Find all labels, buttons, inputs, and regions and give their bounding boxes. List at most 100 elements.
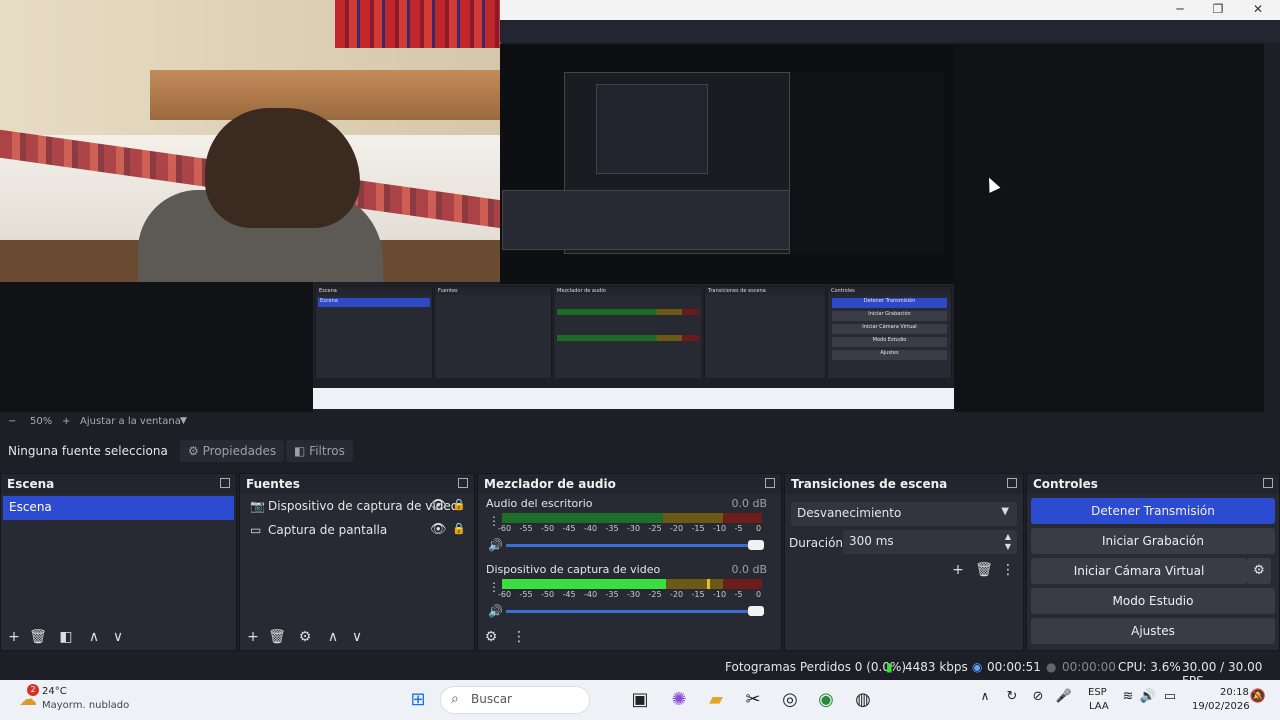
popout-icon[interactable] [458, 478, 468, 488]
volume-slider[interactable] [506, 540, 764, 550]
cpu-usage: CPU: 3.6% [1118, 660, 1181, 674]
gear-icon[interactable]: ⚙ [1247, 558, 1271, 584]
tick-label: -20 [670, 590, 684, 599]
obs-icon[interactable]: ◍ [851, 689, 875, 710]
mini-mixer: Mezclador de audio [553, 286, 703, 384]
mini-obs-docks: Escena Escena Fuentes Mezclador de audio… [313, 284, 954, 388]
add-icon[interactable]: + [949, 562, 967, 578]
filter-icon[interactable]: ◧ [57, 629, 75, 645]
trash-icon[interactable]: 🗑 [268, 629, 286, 645]
minimize-icon[interactable]: ─ [1168, 2, 1192, 16]
more-options-icon[interactable]: ⋮ [510, 629, 528, 645]
spin-down-icon[interactable]: ▼ [1005, 542, 1011, 551]
studio-mode-button[interactable]: Modo Estudio [1031, 588, 1275, 614]
filters-button[interactable]: ◧ Filtros [286, 440, 353, 462]
volume-slider[interactable] [506, 606, 764, 616]
steam-icon[interactable]: ◎ [778, 689, 802, 710]
source-label: Captura de pantalla [268, 523, 388, 537]
chrome-icon[interactable]: ◉ [814, 689, 838, 710]
notification-icon[interactable]: 🔕 [1246, 689, 1270, 704]
sources-header: Fuentes [240, 474, 474, 494]
microphone-icon[interactable]: 🎤 [1052, 689, 1076, 704]
volume-slider-handle[interactable] [748, 540, 764, 550]
mini-taskbar [313, 388, 954, 409]
speaker-icon[interactable]: 🔊 [488, 538, 503, 552]
volume-slider-handle[interactable] [748, 606, 764, 616]
sources-dock: Fuentes 📷 Dispositivo de captura de vide… [239, 473, 475, 651]
popout-icon[interactable] [765, 478, 775, 488]
zoom-dropdown-icon[interactable]: ▼ [180, 416, 187, 426]
eye-icon[interactable]: 👁 [430, 498, 447, 513]
chevron-up-icon[interactable]: ∧ [973, 689, 997, 703]
file-explorer-icon[interactable]: ▰ [704, 689, 728, 710]
add-icon[interactable]: + [5, 629, 23, 645]
window-titlebar: ─ ❐ ✕ [500, 0, 1280, 20]
trash-icon[interactable]: 🗑 [975, 562, 993, 578]
tick-label: -15 [691, 524, 705, 533]
duration-label: Duración [789, 536, 844, 550]
lock-icon[interactable]: 🔒 [452, 522, 466, 535]
speaker-icon[interactable]: 🔊 [488, 604, 503, 618]
meter-peak [707, 579, 711, 589]
tick-label: -50 [541, 590, 555, 599]
popout-icon[interactable] [1263, 478, 1273, 488]
network-off-icon[interactable]: ⊘ [1026, 689, 1050, 704]
source-item[interactable]: ▭ Captura de pantalla 👁 🔒 [240, 518, 474, 542]
monitor-icon: ▭ [250, 523, 262, 537]
zoom-bar: − 50% + Ajustar a la ventana ▼ [0, 412, 1280, 432]
settings-button[interactable]: Ajustes [1031, 618, 1275, 644]
lock-icon[interactable]: 🔒 [452, 498, 466, 511]
task-view-icon[interactable]: ▣ [628, 689, 652, 710]
more-options-icon[interactable]: ⋮ [999, 562, 1017, 578]
zoom-fit-label[interactable]: Ajustar a la ventana [80, 416, 181, 427]
properties-button[interactable]: ⚙ Propiedades [180, 440, 285, 462]
language-top[interactable]: ESP [1088, 687, 1107, 698]
preview-canvas[interactable]: ─ ❐ ✕ Escena Escena Fuentes Mezclador de… [0, 0, 1280, 412]
gear-icon[interactable]: ⚙ [296, 629, 314, 645]
add-icon[interactable]: + [244, 629, 262, 645]
close-icon[interactable]: ✕ [1246, 2, 1270, 16]
move-up-icon[interactable]: ∧ [324, 629, 342, 645]
clock-time[interactable]: 20:18 [1220, 687, 1249, 698]
eye-icon[interactable]: 👁 [430, 522, 447, 537]
mini-virtual-cam: Iniciar Cámara Virtual [832, 324, 947, 334]
capcut-icon[interactable]: ✂ [741, 689, 765, 710]
duration-input[interactable]: 300 ms ▲ ▼ [843, 530, 1017, 554]
source-item[interactable]: 📷 Dispositivo de captura de video 👁 🔒 [240, 494, 474, 518]
filter-icon: ◧ [294, 444, 306, 458]
controls-title: Controles [1033, 477, 1098, 491]
volume-icon[interactable]: 🔊 [1136, 689, 1160, 704]
windows-start-icon[interactable]: ⊞ [406, 689, 430, 710]
mini-sources-header: Fuentes [435, 287, 551, 295]
maximize-icon[interactable]: ❐ [1206, 2, 1230, 16]
virtual-camera-button[interactable]: Iniciar Cámara Virtual [1031, 558, 1247, 584]
spin-up-icon[interactable]: ▲ [1005, 532, 1011, 541]
move-down-icon[interactable]: ∨ [109, 629, 127, 645]
clock-date[interactable]: 19/02/2026 [1192, 701, 1250, 712]
taskbar-search[interactable]: ⌕ Buscar [440, 686, 590, 714]
record-time: 00:00:00 [1062, 660, 1116, 674]
channel-db: 0.0 dB [731, 497, 767, 510]
copilot-icon[interactable]: ✺ [667, 689, 691, 710]
mini-statusbar [313, 378, 954, 388]
preview-empty-area [0, 282, 313, 412]
zoom-in-icon[interactable]: + [62, 416, 70, 427]
scene-item[interactable]: Escena [3, 496, 234, 520]
battery-icon[interactable]: ▭ [1158, 689, 1182, 704]
sync-icon[interactable]: ↻ [1000, 689, 1024, 704]
tick-label: -50 [541, 524, 555, 533]
mixer-header: Mezclador de audio [478, 474, 781, 494]
stop-stream-button[interactable]: Detener Transmisión [1031, 498, 1275, 524]
move-down-icon[interactable]: ∨ [348, 629, 366, 645]
tick-label: -30 [627, 524, 641, 533]
gear-icon[interactable]: ⚙ [482, 629, 500, 645]
tick-label: -15 [691, 590, 705, 599]
trash-icon[interactable]: 🗑 [29, 629, 47, 645]
popout-icon[interactable] [1007, 478, 1017, 488]
zoom-out-icon[interactable]: − [8, 416, 16, 427]
transition-select[interactable]: Desvanecimiento ▼ [791, 502, 1017, 526]
start-recording-button[interactable]: Iniciar Grabación [1031, 528, 1275, 554]
language-bottom[interactable]: LAA [1089, 701, 1109, 712]
move-up-icon[interactable]: ∧ [85, 629, 103, 645]
popout-icon[interactable] [220, 478, 230, 488]
